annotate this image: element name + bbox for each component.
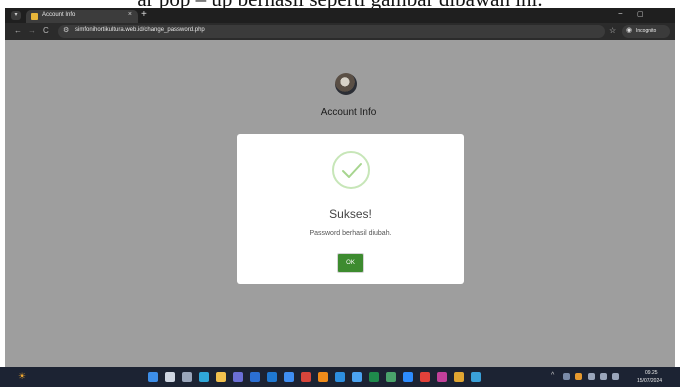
task-view-icon[interactable] bbox=[182, 372, 192, 382]
forward-button[interactable]: → bbox=[28, 26, 36, 35]
bookmark-star-icon[interactable]: ☆ bbox=[609, 26, 616, 35]
vscode-icon[interactable] bbox=[335, 372, 345, 382]
excel-icon[interactable] bbox=[369, 372, 379, 382]
chrome-canary-icon[interactable] bbox=[454, 372, 464, 382]
incognito-badge[interactable]: ◉ Incognito bbox=[622, 25, 670, 38]
tab-search-button[interactable]: ▾ bbox=[11, 11, 21, 20]
address-url[interactable]: simfonihortikultura.web.id/change_passwo… bbox=[75, 27, 205, 33]
success-modal: Sukses! Password berhasil diubah. OK bbox=[237, 134, 464, 284]
wifi-icon[interactable] bbox=[588, 373, 595, 380]
tab-title: Account Info bbox=[42, 12, 76, 18]
reload-button[interactable]: C bbox=[43, 26, 49, 35]
chrome-icon[interactable] bbox=[386, 372, 396, 382]
word-icon[interactable] bbox=[250, 372, 260, 382]
network-icon[interactable] bbox=[563, 373, 570, 380]
clock-time[interactable]: 09.25 bbox=[645, 370, 658, 376]
pdf-icon[interactable] bbox=[301, 372, 311, 382]
site-favicon-icon bbox=[31, 13, 38, 20]
weather-icon[interactable]: ☀ bbox=[18, 371, 30, 382]
outlook-icon[interactable] bbox=[267, 372, 277, 382]
maximize-button[interactable]: ▢ bbox=[637, 10, 644, 18]
opera-icon[interactable] bbox=[420, 372, 430, 382]
tab-bar: ▾ Account Info × + − ▢ bbox=[5, 8, 675, 23]
browser-window: ▾ Account Info × + − ▢ ← → C ⚙ simfoniho… bbox=[5, 8, 675, 367]
mail-icon[interactable] bbox=[437, 372, 447, 382]
zoom-icon[interactable] bbox=[403, 372, 413, 382]
tab-account-info[interactable]: Account Info × bbox=[26, 10, 138, 23]
dropbox-icon[interactable] bbox=[284, 372, 294, 382]
file-explorer-icon[interactable] bbox=[216, 372, 226, 382]
terminal-icon[interactable] bbox=[471, 372, 481, 382]
site-info-icon[interactable]: ⚙ bbox=[63, 26, 69, 34]
battery-icon[interactable] bbox=[612, 373, 619, 380]
search-icon[interactable] bbox=[165, 372, 175, 382]
incognito-icon: ◉ bbox=[626, 27, 633, 34]
volume-icon[interactable] bbox=[600, 373, 607, 380]
tray-app-icon[interactable] bbox=[575, 373, 582, 380]
address-bar[interactable]: ⚙ simfonihortikultura.web.id/change_pass… bbox=[58, 25, 605, 38]
start-icon[interactable] bbox=[148, 372, 158, 382]
tray-overflow-icon[interactable]: ^ bbox=[551, 372, 554, 379]
check-icon bbox=[332, 151, 370, 189]
profile-avatar bbox=[335, 73, 357, 95]
new-tab-button[interactable]: + bbox=[141, 9, 147, 20]
taskbar: ☀ ^ 09.25 15/07/2024 bbox=[0, 367, 680, 387]
page-content: Account Info Sukses! Password berhasil d… bbox=[5, 40, 675, 367]
store-icon[interactable] bbox=[352, 372, 362, 382]
back-button[interactable]: ← bbox=[14, 26, 22, 35]
modal-title: Sukses! bbox=[329, 207, 372, 221]
page-title: Account Info bbox=[320, 107, 377, 118]
modal-message: Password berhasil diubah. bbox=[309, 230, 392, 237]
clock-date[interactable]: 15/07/2024 bbox=[637, 378, 662, 384]
tab-close-icon[interactable]: × bbox=[128, 11, 132, 18]
incognito-label: Incognito bbox=[636, 28, 657, 34]
minimize-button[interactable]: − bbox=[618, 9, 623, 18]
teams-icon[interactable] bbox=[233, 372, 243, 382]
vlc-icon[interactable] bbox=[318, 372, 328, 382]
edge-icon[interactable] bbox=[199, 372, 209, 382]
browser-toolbar: ← → C ⚙ simfonihortikultura.web.id/chang… bbox=[5, 23, 675, 40]
ok-button[interactable]: OK bbox=[337, 253, 364, 273]
